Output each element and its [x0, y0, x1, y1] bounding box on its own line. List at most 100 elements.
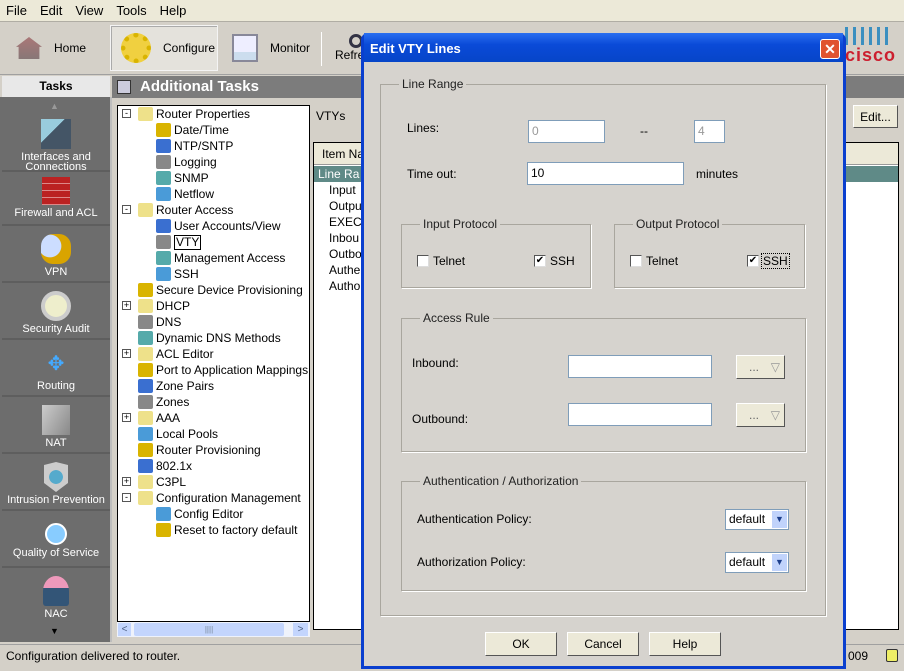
browse-label: ...: [749, 408, 760, 422]
scroll-down-icon[interactable]: ▼: [50, 626, 59, 636]
tree-item[interactable]: Logging: [156, 154, 217, 170]
tree-item[interactable]: Netflow: [156, 186, 214, 202]
output-ssh-checkbox[interactable]: ✔: [747, 255, 759, 267]
sidebar-item-routing[interactable]: ✥ Routing: [2, 342, 110, 397]
sidebar-item-nac[interactable]: NAC: [2, 570, 110, 625]
tree-item-label: User Accounts/View: [174, 219, 281, 233]
tree-item[interactable]: Config Editor: [156, 506, 243, 522]
tree-item[interactable]: SNMP: [156, 170, 209, 186]
dropdown-arrow-icon: ▽: [770, 408, 780, 422]
expand-icon[interactable]: +: [122, 301, 131, 310]
sidebar-label: NAC: [44, 608, 68, 620]
sidebar-item-firewall[interactable]: Firewall and ACL: [2, 174, 110, 226]
help-button[interactable]: Help: [649, 632, 721, 656]
menu-view[interactable]: View: [75, 3, 103, 18]
tree-item[interactable]: NTP/SNTP: [156, 138, 233, 154]
sidebar-item-qos[interactable]: Quality of Service: [2, 513, 110, 568]
tree-item[interactable]: - Router Access: [122, 202, 234, 218]
inbound-browse-button[interactable]: ... ▽: [736, 355, 785, 379]
tree-item[interactable]: Zones: [138, 394, 189, 410]
ok-button[interactable]: OK: [485, 632, 557, 656]
sidebar-item-vpn[interactable]: VPN: [2, 228, 110, 283]
tree-item[interactable]: Management Access: [156, 250, 285, 266]
tree-item[interactable]: Router Provisioning: [138, 442, 261, 458]
tree-item[interactable]: + ACL Editor: [122, 346, 214, 362]
expand-icon[interactable]: +: [122, 349, 131, 358]
tree-item-label: Router Access: [156, 203, 234, 217]
scroll-up-icon[interactable]: ▲: [50, 101, 59, 111]
sidebar-item-security-audit[interactable]: Security Audit: [2, 285, 110, 340]
monitor-button[interactable]: Monitor: [232, 25, 320, 71]
scroll-thumb[interactable]: ||||: [134, 623, 284, 636]
menu-edit[interactable]: Edit: [40, 3, 62, 18]
outbound-label: Outbound:: [412, 412, 469, 426]
tree-item[interactable]: + DHCP: [122, 298, 190, 314]
qos-icon: [45, 523, 67, 545]
lock-icon: [886, 649, 898, 662]
tree-item-label: Management Access: [174, 251, 286, 265]
collapse-icon[interactable]: -: [122, 109, 131, 118]
expand-icon[interactable]: +: [122, 477, 131, 486]
menu-tools[interactable]: Tools: [116, 3, 146, 18]
tree-item-label: AAA: [156, 411, 181, 425]
home-button[interactable]: Home: [12, 25, 107, 71]
tree-item[interactable]: Local Pools: [138, 426, 218, 442]
menu-help[interactable]: Help: [160, 3, 187, 18]
folder-icon: [138, 347, 153, 361]
input-ssh-checkbox[interactable]: ✔: [534, 255, 546, 267]
tree-item[interactable]: Date/Time: [156, 122, 229, 138]
output-telnet-label: Telnet: [646, 254, 679, 268]
line-separator: --: [640, 124, 648, 138]
tree-item[interactable]: VTY: [156, 234, 202, 250]
output-telnet-checkbox[interactable]: [630, 255, 642, 267]
close-icon[interactable]: ✕: [820, 39, 840, 59]
collapse-icon[interactable]: -: [122, 493, 131, 502]
tree-item-label: 802.1x: [156, 459, 193, 473]
tree-item[interactable]: DNS: [138, 314, 181, 330]
tree-item[interactable]: Port to Application Mappings: [138, 362, 308, 378]
line-to-input[interactable]: 4: [694, 120, 725, 143]
sidebar-label: Routing: [37, 380, 75, 392]
configure-button[interactable]: Configure: [110, 25, 218, 71]
inbound-input[interactable]: [568, 355, 712, 378]
tree-item-label: Configuration Management: [156, 491, 301, 505]
cancel-button[interactable]: Cancel: [567, 632, 639, 656]
edit-button[interactable]: Edit...: [853, 105, 898, 128]
tree-item[interactable]: - Configuration Management: [122, 490, 301, 506]
outbound-browse-button[interactable]: ... ▽: [736, 403, 785, 427]
tree-item[interactable]: User Accounts/View: [156, 218, 281, 234]
sidebar-item-intrusion-prevention[interactable]: Intrusion Prevention: [2, 456, 110, 511]
tree-item[interactable]: SSH: [156, 266, 199, 282]
outbound-input[interactable]: [568, 403, 712, 426]
expand-icon[interactable]: +: [122, 413, 131, 422]
collapse-icon[interactable]: -: [122, 205, 131, 214]
scroll-right-icon[interactable]: >: [293, 623, 308, 636]
sidebar-label: Intrusion Prevention: [7, 494, 105, 506]
sidebar-item-nat[interactable]: NAT: [2, 399, 110, 454]
sidebar-label: Security Audit: [22, 323, 90, 335]
timeout-input[interactable]: 10: [527, 162, 684, 185]
tree-item[interactable]: + C3PL: [122, 474, 186, 490]
input-telnet-checkbox[interactable]: [417, 255, 429, 267]
chevron-down-icon: ▼: [772, 511, 787, 528]
item-icon: [156, 171, 171, 185]
authentication-policy-label: Authentication Policy:: [417, 512, 532, 526]
tree-item[interactable]: Zone Pairs: [138, 378, 214, 394]
scroll-left-icon[interactable]: <: [118, 623, 131, 636]
tree-item[interactable]: Reset to factory default: [156, 522, 297, 538]
tree-item[interactable]: 802.1x: [138, 458, 192, 474]
tree-horizontal-scrollbar[interactable]: < |||| >: [117, 622, 310, 637]
tree-item[interactable]: + AAA: [122, 410, 181, 426]
sidebar-label: Interfaces and Connections: [21, 151, 91, 173]
line-from-input[interactable]: 0: [528, 120, 605, 143]
authentication-policy-select[interactable]: default ▼: [725, 509, 789, 530]
menu-file[interactable]: File: [6, 3, 27, 18]
item-icon: [156, 507, 171, 521]
tree-item-label: Zone Pairs: [156, 379, 215, 393]
authorization-policy-select[interactable]: default ▼: [725, 552, 789, 573]
sidebar-label: VPN: [44, 266, 68, 278]
tree-item[interactable]: Secure Device Provisioning: [138, 282, 303, 298]
tree-item[interactable]: - Router Properties: [122, 106, 250, 122]
sidebar-item-interfaces[interactable]: Interfaces and Connections: [2, 115, 110, 173]
tree-item[interactable]: Dynamic DNS Methods: [138, 330, 281, 346]
